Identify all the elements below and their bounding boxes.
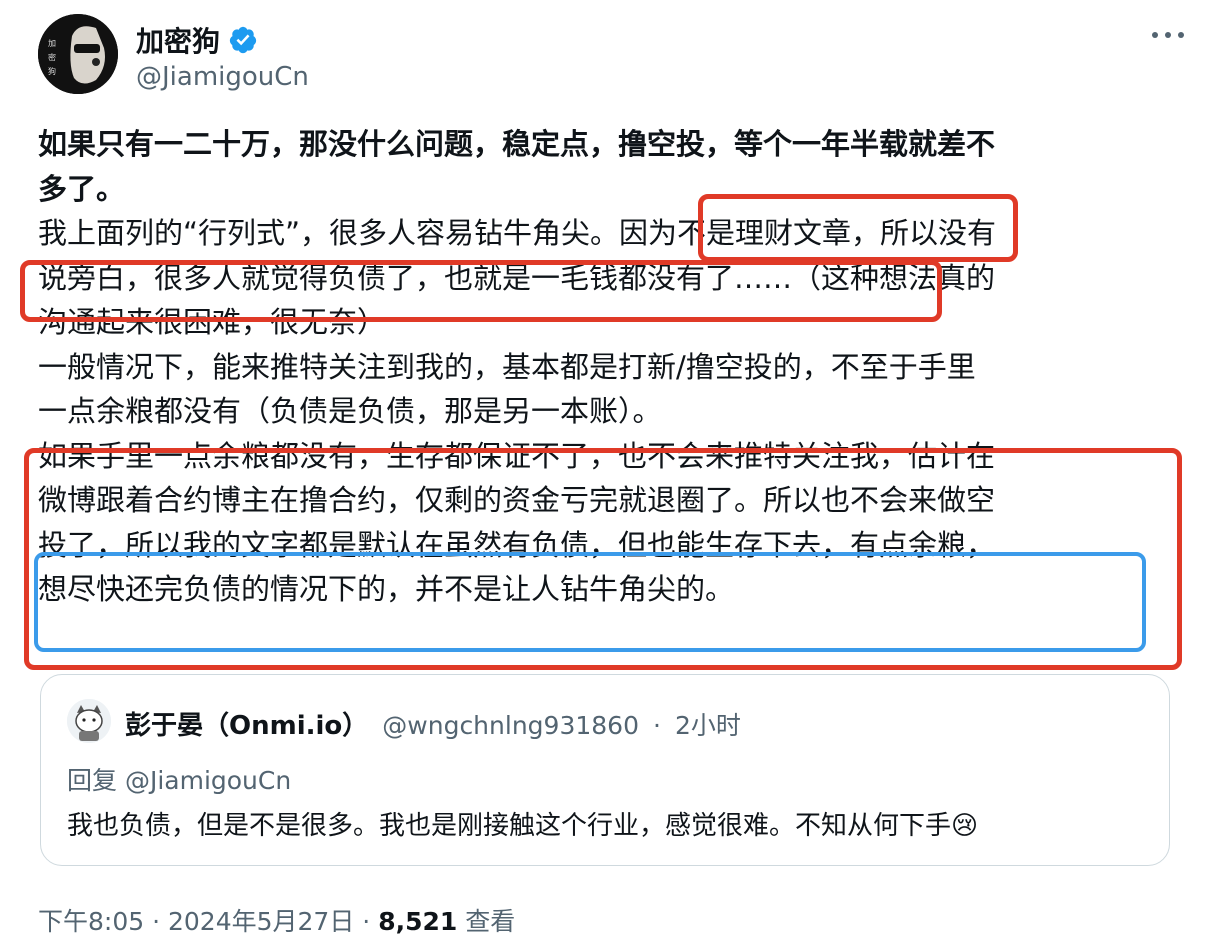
post-time[interactable]: 下午8:05 — [38, 907, 144, 936]
views-count: 8,521 — [378, 907, 458, 936]
crying-face-icon: 😢 — [951, 811, 979, 841]
quoted-text-body: 我也负债，但是不是很多。我也是刚接触这个行业，感觉很难。不知从何下手 — [67, 811, 952, 841]
quoted-reply-to[interactable]: 回复 @JiamigouCn — [67, 761, 291, 797]
dog-avatar-icon: 加 密 狗 — [38, 14, 118, 94]
tweet-line: 微博跟着合约博主在撸合约，仅剩的资金亏完就退圈了。所以也不会来做空 — [38, 483, 996, 517]
tweet-line: 想尽快还完负债的情况下的，并不是让人钻牛角尖的。 — [38, 572, 735, 606]
tweet-header: 加 密 狗 加密狗 @JiamigouCn — [38, 12, 1188, 96]
post-date[interactable]: 2024年5月27日 — [168, 907, 354, 936]
quoted-header: 彭于晏（Onmi.io） @wngchnlng931860 · 2小时 — [125, 705, 741, 742]
tweet-line: 一点余粮都没有（负债是负债，那是另一本账）。 — [38, 394, 662, 428]
tweet-line: 说旁白，很多人就觉得负债了，也就是一毛钱都没有了……（这种想法真的 — [38, 260, 996, 295]
svg-text:加: 加 — [48, 38, 56, 48]
author-avatar[interactable]: 加 密 狗 — [38, 14, 118, 94]
verified-badge-icon — [228, 25, 258, 55]
author-display-name[interactable]: 加密狗 — [136, 20, 220, 60]
tweet-footer: 下午8:05 · 2024年5月27日 · 8,521 查看 — [38, 902, 515, 938]
separator-dot: · — [652, 711, 661, 740]
tweet-line: 如果只有一二十万，那没什么问题，稳定点，撸空投，等个一年半载就差不 — [38, 127, 996, 161]
tweet-line: 沟通起来很困难，很无奈） — [38, 305, 387, 339]
views-label: 查看 — [465, 907, 516, 936]
tweet-line: 如果手里一点余粮都没有，生存都保证不了，也不会来推特关注我，估计在 — [38, 438, 996, 473]
tweet-line: 一般情况下，能来推特关注到我的，基本都是打新/撸空投的，不至于手里 — [38, 349, 976, 384]
author-handle[interactable]: @JiamigouCn — [136, 62, 309, 92]
quoted-author-avatar[interactable] — [67, 699, 111, 743]
svg-text:密: 密 — [48, 52, 56, 62]
tweet-line: 我上面列的“行列式”，很多人容易钻牛角尖。因为不是理财文章，所以没有 — [38, 216, 997, 250]
tweet-line: 多了。 — [38, 171, 126, 206]
separator-dot: · — [152, 907, 161, 936]
separator-dot: · — [362, 907, 371, 936]
tweet-line: 投了，所以我的文字都是默认在虽然有负债，但也能生存下去，有点余粮， — [38, 527, 996, 562]
quoted-time[interactable]: 2小时 — [675, 706, 741, 742]
quoted-display-name[interactable]: 彭于晏（Onmi.io） — [125, 705, 368, 742]
cat-avatar-icon — [67, 699, 111, 743]
quoted-text: 我也负债，但是不是很多。我也是刚接触这个行业，感觉很难。不知从何下手😢 — [67, 805, 978, 842]
tweet-text: 如果只有一二十万，那没什么问题，稳定点，撸空投，等个一年半载就差不 多了。 我上… — [38, 122, 1178, 612]
quoted-handle[interactable]: @wngchnlng931860 — [382, 711, 639, 740]
quoted-tweet[interactable]: 彭于晏（Onmi.io） @wngchnlng931860 · 2小时 回复 @… — [40, 674, 1170, 866]
author-name-row[interactable]: 加密狗 — [136, 20, 258, 60]
more-dots-icon[interactable] — [1148, 20, 1188, 50]
svg-text:狗: 狗 — [48, 66, 56, 76]
